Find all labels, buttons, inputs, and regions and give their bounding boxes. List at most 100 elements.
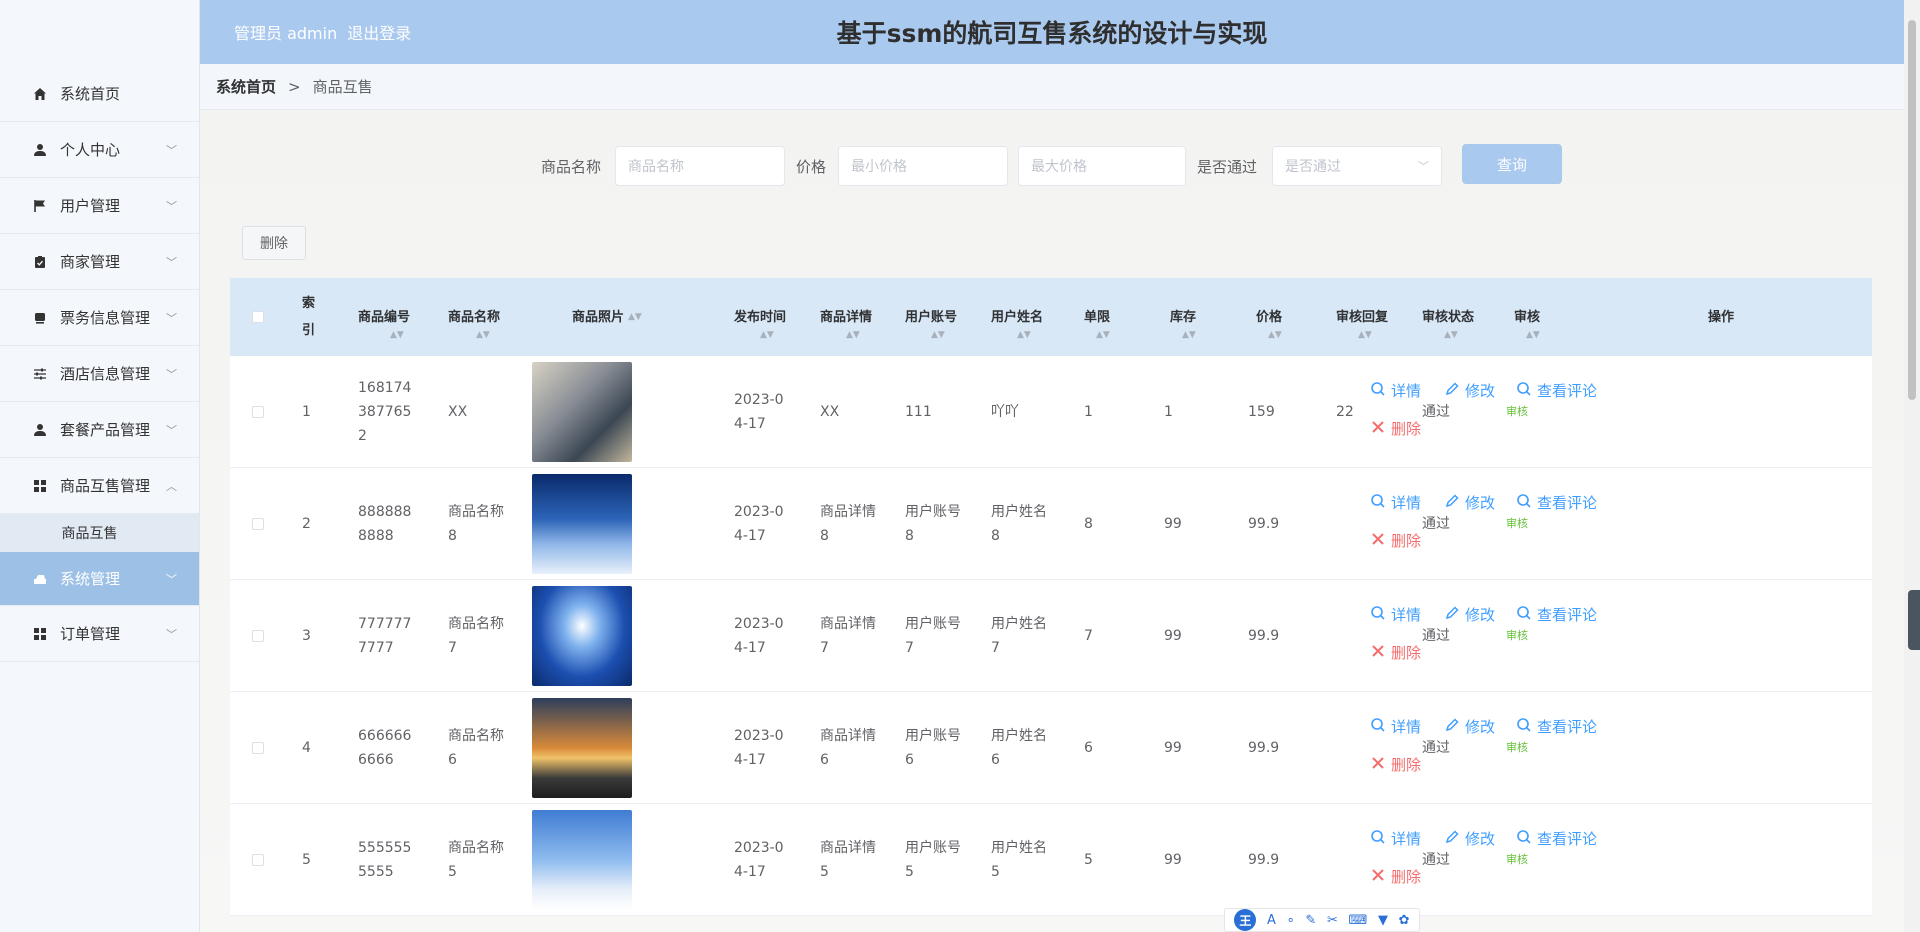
font-icon[interactable]: A (1267, 913, 1276, 928)
col-name[interactable]: 商品名称 ▲▼ (448, 278, 508, 356)
detail-button[interactable]: 详情 (1370, 828, 1421, 849)
cell-username: 吖吖 (991, 356, 1049, 468)
scissors-icon[interactable]: ✂ (1327, 913, 1338, 928)
row-actions: 详情 修改 查看评论删除 (1370, 804, 1670, 916)
col-detail[interactable]: 商品详情 ▲▼ (820, 278, 880, 356)
row-checkbox[interactable] (252, 468, 264, 580)
cell-text: 99.9 (1248, 628, 1280, 644)
col-photo[interactable]: 商品照片 ▲▼ (572, 278, 682, 356)
sidebar-item-home[interactable]: 系统首页 (0, 66, 199, 122)
col-index[interactable]: 索引 (302, 278, 332, 356)
view-comments-button[interactable]: 查看评论 (1516, 380, 1597, 401)
delete-button[interactable]: 删除 (1370, 754, 1421, 775)
dots-icon[interactable]: ∘ (1287, 913, 1295, 928)
search-icon (1370, 605, 1391, 625)
cell-index: 4 (302, 692, 332, 804)
col-audit[interactable]: 审核 ▲▼ (1514, 278, 1554, 356)
col-limit[interactable]: 单限 ▲▼ (1084, 278, 1124, 356)
close-icon (1370, 755, 1391, 775)
side-widget[interactable] (1908, 590, 1920, 650)
row-checkbox[interactable] (252, 356, 264, 468)
detail-button[interactable]: 详情 (1370, 492, 1421, 513)
col-account[interactable]: 用户账号 ▲▼ (905, 278, 965, 356)
detail-button[interactable]: 详情 (1370, 604, 1421, 625)
edit-button[interactable]: 修改 (1444, 716, 1495, 737)
view-comments-button[interactable]: 查看评论 (1516, 828, 1597, 849)
row-checkbox[interactable] (252, 804, 264, 916)
cell-code: 5555555555 (358, 804, 416, 916)
ime-toolbar[interactable]: 王 A ∘ ✎ ✂ ⌨ ▼ ✿ (1224, 908, 1420, 932)
sidebar-item-system-management[interactable]: 系统管理 ﹀ (0, 552, 199, 606)
view-comments-button[interactable]: 查看评论 (1516, 492, 1597, 513)
sidebar-item-order-management[interactable]: 订单管理 ﹀ (0, 606, 199, 662)
pen-icon[interactable]: ✎ (1305, 913, 1316, 928)
sidebar-item-hotel-management[interactable]: 酒店信息管理 ﹀ (0, 346, 199, 402)
settings-icon[interactable]: ✿ (1399, 913, 1410, 928)
edit-button[interactable]: 修改 (1444, 604, 1495, 625)
row-actions: 详情 修改 查看评论删除 (1370, 468, 1670, 580)
col-price[interactable]: 价格 ▲▼ (1256, 278, 1296, 356)
cell-text: 商品详情6 (820, 728, 876, 768)
delete-button[interactable]: 删除 (1370, 418, 1421, 439)
comments-label: 查看评论 (1537, 606, 1598, 624)
col-reply[interactable]: 审核回复 ▲▼ (1336, 278, 1396, 356)
logout-link[interactable]: 退出登录 (347, 20, 411, 44)
sidebar-item-label: 系统首页 (60, 85, 121, 103)
chevron-down-icon: ﹀ (166, 143, 177, 157)
view-comments-button[interactable]: 查看评论 (1516, 604, 1597, 625)
edit-button[interactable]: 修改 (1444, 492, 1495, 513)
shirt-icon[interactable]: ▼ (1378, 913, 1388, 928)
table-row: 5 5555555555 商品名称5 2023-04-17 商品详情5 用户账号5 用户姓名… (230, 804, 1872, 916)
sidebar-item-goods-resale-management[interactable]: 商品互售管理 ︿ (0, 458, 199, 514)
cell-detail: 商品详情5 (820, 804, 878, 916)
col-date[interactable]: 发布时间 ▲▼ (734, 278, 794, 356)
delete-button[interactable]: 删除 (1370, 866, 1421, 887)
delete-button[interactable]: 删除 (1370, 642, 1421, 663)
plane-blue-photo (532, 586, 632, 686)
col-code[interactable]: 商品编号 ▲▼ (358, 278, 418, 356)
edit-label: 修改 (1465, 606, 1496, 624)
pass-placeholder: 是否通过 (1285, 159, 1341, 175)
scrollbar-thumb[interactable] (1908, 20, 1916, 400)
detail-label: 详情 (1391, 606, 1422, 624)
sidebar-item-label: 用户管理 (60, 197, 121, 215)
sidebar-item-merchant-management[interactable]: 商家管理 ﹀ (0, 234, 199, 290)
sidebar-item-user-management[interactable]: 用户管理 ﹀ (0, 178, 199, 234)
col-username[interactable]: 用户姓名 ▲▼ (991, 278, 1051, 356)
select-all-checkbox[interactable] (252, 278, 264, 356)
edit-button[interactable]: 修改 (1444, 380, 1495, 401)
col-stock[interactable]: 库存 ▲▼ (1170, 278, 1210, 356)
min-price-input[interactable]: 最小价格 (838, 146, 1008, 186)
comments-label: 查看评论 (1537, 382, 1598, 400)
table-row: 3 7777777777 商品名称7 2023-04-17 商品详情7 用户账号7 用户姓名… (230, 580, 1872, 692)
chevron-down-icon: ﹀ (166, 311, 177, 325)
detail-label: 详情 (1391, 718, 1422, 736)
sidebar-item-label: 票务信息管理 (60, 309, 151, 327)
main-content: 商品名称 商品名称 价格 最小价格 最大价格 是否通过 是否通过 ﹀ 查询 删除 … (200, 110, 1904, 932)
detail-button[interactable]: 详情 (1370, 716, 1421, 737)
sidebar-item-ticket-management[interactable]: 票务信息管理 ﹀ (0, 290, 199, 346)
query-button[interactable]: 查询 (1462, 144, 1562, 184)
vertical-scrollbar[interactable] (1904, 0, 1920, 932)
person-icon (32, 422, 48, 438)
sidebar-subitem-goods-resale[interactable]: 商品互售 (0, 514, 199, 552)
edit-button[interactable]: 修改 (1444, 828, 1495, 849)
delete-button[interactable]: 删除 (1370, 530, 1421, 551)
sidebar-item-package-management[interactable]: 套餐产品管理 ﹀ (0, 402, 199, 458)
keyboard-icon[interactable]: ⌨ (1349, 913, 1368, 928)
batch-delete-button[interactable]: 删除 (242, 226, 306, 260)
detail-button[interactable]: 详情 (1370, 380, 1421, 401)
close-icon (1370, 531, 1391, 551)
cell-photo (532, 692, 632, 804)
row-checkbox[interactable] (252, 580, 264, 692)
pass-select[interactable]: 是否通过 ﹀ (1272, 146, 1442, 186)
row-checkbox[interactable] (252, 692, 264, 804)
delete-label: 删除 (1391, 644, 1422, 662)
col-status[interactable]: 审核状态 ▲▼ (1422, 278, 1482, 356)
sidebar-item-label: 酒店信息管理 (60, 365, 151, 383)
max-price-input[interactable]: 最大价格 (1018, 146, 1186, 186)
sidebar-item-personal-center[interactable]: 个人中心 ﹀ (0, 122, 199, 178)
name-input[interactable]: 商品名称 (615, 146, 785, 186)
breadcrumb-home[interactable]: 系统首页 (216, 76, 276, 97)
view-comments-button[interactable]: 查看评论 (1516, 716, 1597, 737)
